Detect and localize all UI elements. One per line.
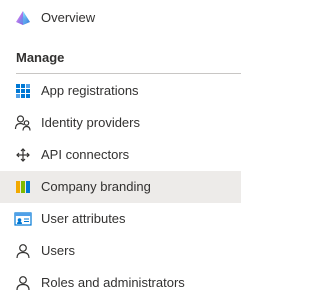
section-header-manage: Manage xyxy=(16,50,65,65)
api-connectors-icon xyxy=(14,146,32,164)
id-card-icon xyxy=(14,210,32,228)
nav-item-app-registrations[interactable]: App registrations xyxy=(0,75,241,107)
nav-item-label: Users xyxy=(41,243,75,258)
user-icon xyxy=(14,242,32,260)
overview-icon xyxy=(14,9,32,27)
grid-icon xyxy=(14,82,32,100)
nav-item-user-attributes[interactable]: User attributes xyxy=(0,203,241,235)
nav-item-label: Company branding xyxy=(41,179,151,194)
nav-item-label: Overview xyxy=(41,10,96,25)
section-divider xyxy=(16,73,241,74)
nav-item-label: Roles and administrators xyxy=(41,275,185,290)
nav-item-api-connectors[interactable]: API connectors xyxy=(0,139,241,171)
nav-item-company-branding[interactable]: Company branding xyxy=(0,171,241,203)
branding-icon xyxy=(14,178,32,196)
identity-icon xyxy=(14,114,32,132)
nav-item-overview[interactable]: Overview xyxy=(0,2,241,34)
nav-item-label: User attributes xyxy=(41,211,126,226)
nav-item-label: App registrations xyxy=(41,83,139,98)
side-navigation: Overview Manage App registrations Identi… xyxy=(0,0,253,308)
nav-item-label: Identity providers xyxy=(41,115,140,130)
user-icon xyxy=(14,274,32,292)
nav-item-label: API connectors xyxy=(41,147,130,162)
nav-item-identity-providers[interactable]: Identity providers xyxy=(0,107,241,139)
nav-item-users[interactable]: Users xyxy=(0,235,241,267)
nav-item-roles-and-administrators[interactable]: Roles and administrators xyxy=(0,267,241,299)
